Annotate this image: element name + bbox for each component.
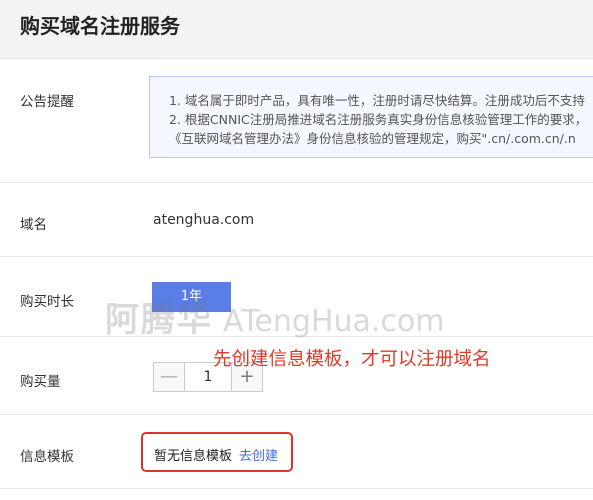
template-label: 信息模板 bbox=[20, 449, 74, 465]
notice-line-1: 1. 域名属于即时产品，具有唯一性，注册时请尽快结算。注册成功后不支持 bbox=[169, 93, 585, 108]
page-title: 购买域名注册服务 bbox=[20, 14, 180, 38]
decrement-button[interactable]: — bbox=[154, 363, 185, 391]
duration-label: 购买时长 bbox=[20, 294, 74, 310]
watermark-en: ATengHua.com bbox=[223, 304, 445, 339]
notice-box: 1. 域名属于即时产品，具有唯一性，注册时请尽快结算。注册成功后不支持 2. 根… bbox=[149, 76, 593, 158]
divider bbox=[0, 336, 593, 337]
divider bbox=[0, 414, 593, 415]
quantity-label: 购买量 bbox=[20, 374, 61, 390]
title-bar: 购买域名注册服务 bbox=[0, 0, 593, 59]
divider bbox=[0, 488, 593, 489]
domain-value: atenghua.com bbox=[153, 212, 255, 228]
template-empty-text: 暂无信息模板 bbox=[154, 449, 233, 464]
notice-line-3: 《互联网域名管理办法》身份信息核验的管理规定，购买".cn/.com.cn/.n bbox=[169, 131, 576, 146]
notice-label: 公告提醒 bbox=[20, 94, 74, 110]
duration-option-1-year[interactable]: 1年 bbox=[152, 282, 231, 312]
create-template-link[interactable]: 去创建 bbox=[239, 445, 278, 464]
domain-label: 域名 bbox=[20, 217, 47, 233]
annotation-text: 先创建信息模板，才可以注册域名 bbox=[213, 349, 491, 370]
notice-line-2: 2. 根据CNNIC注册局推进域名注册服务真实身份信息核验管理工作的要求， bbox=[169, 112, 588, 127]
divider bbox=[0, 182, 593, 183]
divider bbox=[0, 256, 593, 257]
